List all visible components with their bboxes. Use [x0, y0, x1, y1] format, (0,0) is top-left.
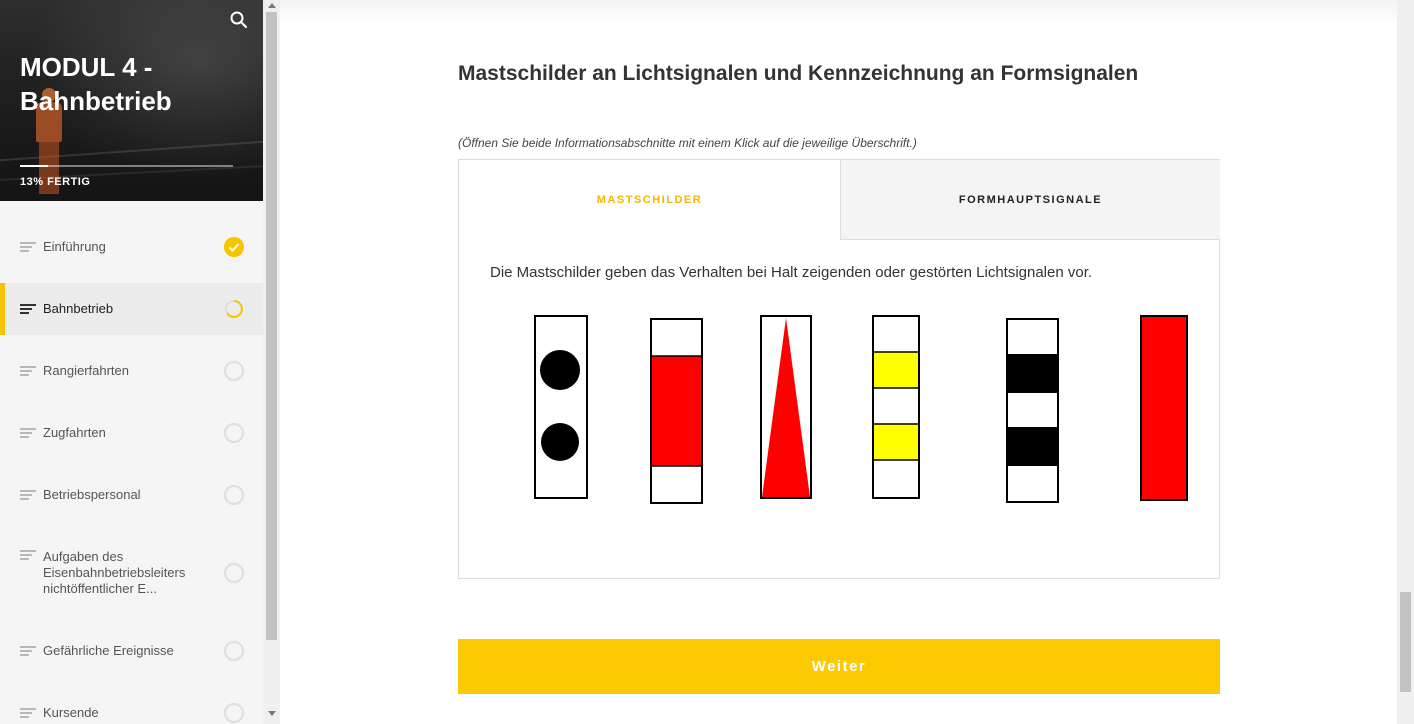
empty-circle-icon — [224, 703, 244, 723]
sidebar-item-label: Kursende — [43, 705, 99, 720]
mast-sign-yellow-white — [872, 315, 920, 499]
lesson-list-icon — [20, 490, 36, 500]
sidebar-item-kursende[interactable]: Kursende — [0, 698, 263, 724]
mast-sign-red — [1140, 315, 1188, 501]
lesson-list-icon — [20, 708, 36, 718]
scroll-up-arrow-icon[interactable] — [268, 3, 276, 8]
tab-content-text: Die Mastschilder geben das Verhalten bei… — [490, 264, 1093, 281]
sidebar-header: MODUL 4 - Bahnbetrieb 13% FERTIG — [0, 0, 263, 201]
module-title: MODUL 4 - Bahnbetrieb — [20, 52, 172, 116]
instruction-hint: (Öffnen Sie beide Informationsabschnitte… — [458, 136, 917, 150]
sidebar-item-label: Betriebspersonal — [43, 487, 141, 502]
sidebar-item-label: Aufgaben des Eisenbahnbetriebsleiters ni… — [43, 549, 186, 596]
sidebar-scrollbar-thumb[interactable] — [266, 12, 277, 640]
progress-text: 13% FERTIG — [20, 176, 91, 188]
course-sidebar: MODUL 4 - Bahnbetrieb 13% FERTIG Einführ… — [0, 0, 263, 724]
empty-circle-icon — [224, 361, 244, 381]
progress-circle-icon — [225, 300, 243, 318]
tab-formhauptsignale[interactable]: FORMHAUPTSIGNALE — [840, 160, 1220, 240]
continue-button[interactable]: Weiter — [458, 639, 1220, 694]
lesson-content: Mastschilder an Lichtsignalen und Kennze… — [280, 0, 1397, 724]
empty-circle-icon — [224, 563, 244, 583]
empty-circle-icon — [224, 641, 244, 661]
sidebar-item-label: Gefährliche Ereignisse — [43, 643, 174, 658]
sidebar-item-label: Zugfahrten — [43, 425, 106, 440]
sidebar-item-label: Rangierfahrten — [43, 363, 129, 378]
empty-circle-icon — [224, 423, 244, 443]
scroll-down-arrow-icon[interactable] — [268, 711, 276, 716]
lesson-list-icon — [20, 304, 36, 314]
sidebar-item-label: Einführung — [43, 239, 106, 254]
lesson-list-icon — [20, 242, 36, 252]
search-icon[interactable] — [229, 10, 249, 30]
empty-circle-icon — [224, 485, 244, 505]
page-scrollbar[interactable] — [1397, 0, 1414, 724]
sidebar-item-betriebspersonal[interactable]: Betriebspersonal — [0, 464, 263, 526]
tab-mastschilder[interactable]: MASTSCHILDER — [459, 160, 840, 240]
mast-sign-illustration — [534, 315, 1188, 504]
tabs-panel: MASTSCHILDER FORMHAUPTSIGNALE Die Mastsc… — [458, 159, 1220, 579]
sidebar-item-zugfahrten[interactable]: Zugfahrten — [0, 402, 263, 464]
sidebar-scrollbar[interactable] — [263, 0, 280, 724]
lesson-list-icon — [20, 646, 36, 656]
sidebar-item-aufgaben[interactable]: Aufgaben des Eisenbahnbetriebsleiters ni… — [0, 540, 263, 606]
app-root: MODUL 4 - Bahnbetrieb 13% FERTIG Einführ… — [0, 0, 1414, 724]
check-circle-icon — [224, 237, 244, 257]
lesson-list-icon — [20, 550, 36, 560]
progress-bar — [20, 165, 233, 167]
progress-bar-fill — [20, 165, 48, 167]
mast-sign-black-dots — [534, 315, 588, 499]
lesson-list-icon — [20, 366, 36, 376]
page-scrollbar-thumb[interactable] — [1400, 592, 1411, 692]
sidebar-item-einfuehrung[interactable]: Einführung — [0, 216, 263, 278]
sidebar-item-rangierfahrten[interactable]: Rangierfahrten — [0, 340, 263, 402]
lesson-list-icon — [20, 428, 36, 438]
mast-sign-red-triangle — [760, 315, 812, 499]
sidebar-item-gefaehrliche-ereignisse[interactable]: Gefährliche Ereignisse — [0, 620, 263, 682]
sidebar-item-label: Bahnbetrieb — [43, 301, 114, 316]
sidebar-item-bahnbetrieb[interactable]: Bahnbetrieb — [0, 283, 263, 335]
mast-sign-black-white — [1006, 318, 1059, 503]
lesson-title: Mastschilder an Lichtsignalen und Kennze… — [458, 62, 1139, 85]
mast-sign-red-white — [650, 318, 703, 504]
